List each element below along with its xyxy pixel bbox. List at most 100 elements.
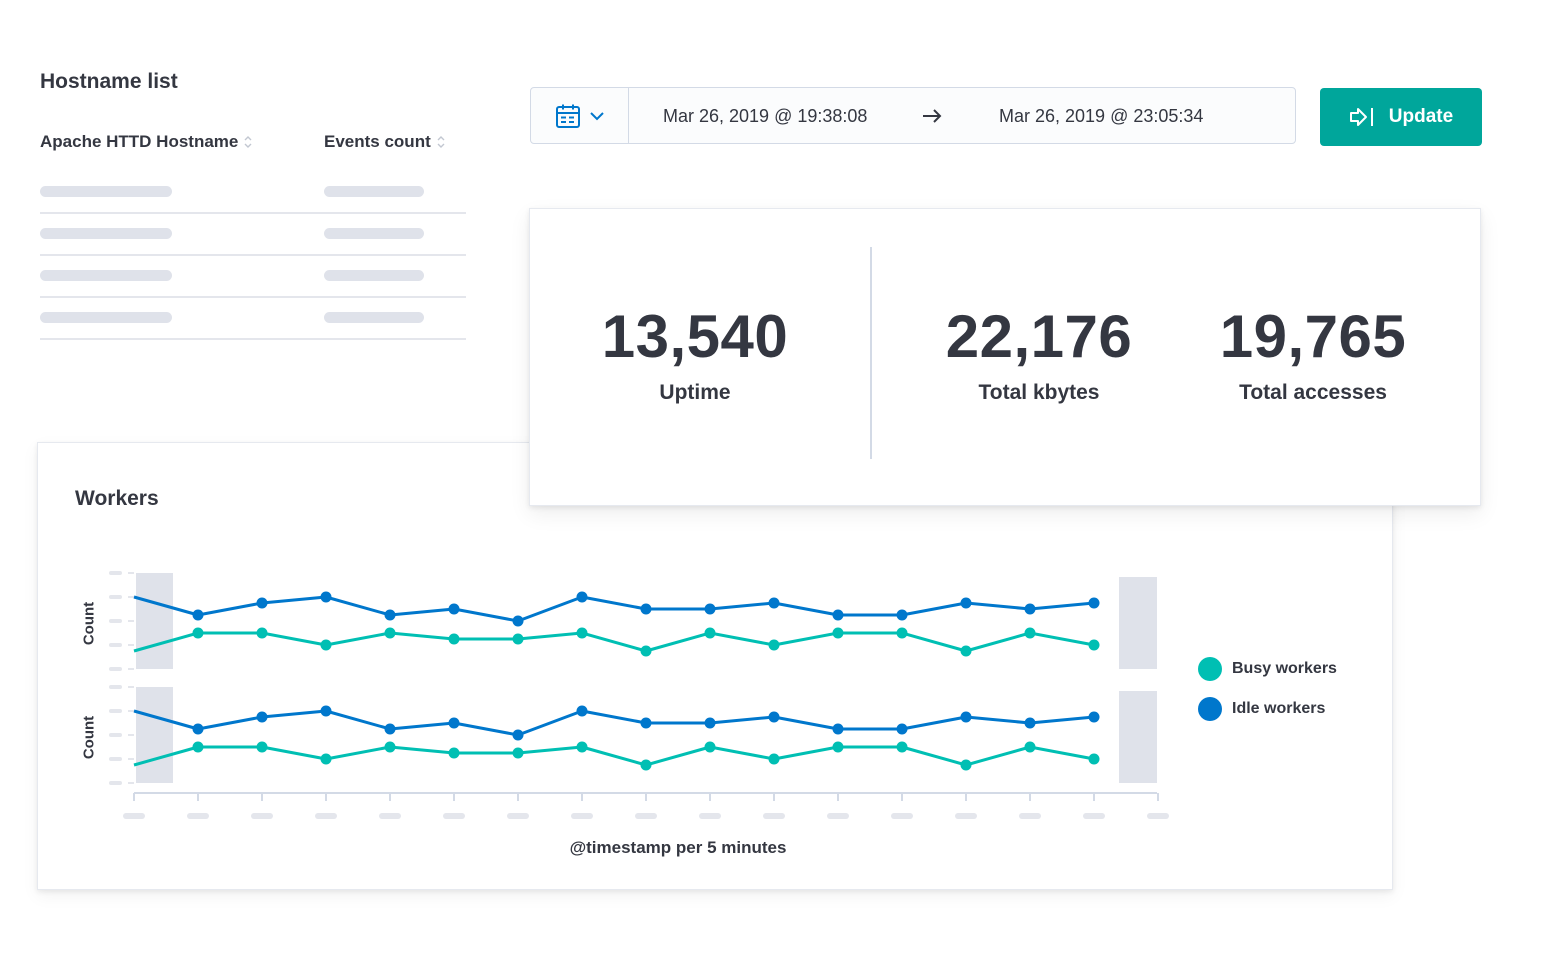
data-point <box>512 633 524 645</box>
data-point <box>640 759 652 771</box>
data-point <box>512 615 524 627</box>
data-point <box>448 747 460 759</box>
out-of-range-band <box>1119 577 1157 669</box>
update-button[interactable]: Update <box>1320 88 1482 146</box>
legend-label: Busy workers <box>1232 660 1337 677</box>
data-point <box>384 609 396 621</box>
metric-value: 13,540 <box>601 303 789 370</box>
end-date[interactable]: Mar 26, 2019 @ 23:05:34 <box>999 106 1203 127</box>
loading-placeholder <box>324 312 424 323</box>
data-point <box>384 741 396 753</box>
loading-placeholder <box>40 186 172 197</box>
series-line-busy-workers <box>133 631 1095 653</box>
start-date[interactable]: Mar 26, 2019 @ 19:38:08 <box>663 106 867 127</box>
loading-placeholder <box>324 228 424 239</box>
data-point <box>640 717 652 729</box>
data-point <box>768 639 780 651</box>
data-point <box>1024 717 1036 729</box>
column-header-events-count[interactable]: Events count <box>324 132 445 152</box>
data-point <box>256 597 268 609</box>
metric-label: Total kbytes <box>978 381 1100 404</box>
chart-legend: Busy workers Idle workers <box>1198 649 1337 729</box>
update-button-label: Update <box>1388 106 1454 127</box>
metric-total-kbytes: 22,176 Total kbytes <box>889 307 1189 405</box>
data-point <box>576 705 588 717</box>
legend-item-busy[interactable]: Busy workers <box>1198 649 1337 689</box>
refresh-arrow-icon <box>1349 108 1373 126</box>
arrow-right-icon <box>923 109 942 123</box>
data-point <box>704 717 716 729</box>
data-point <box>384 627 396 639</box>
table-row <box>40 298 466 340</box>
loading-placeholder <box>40 228 172 239</box>
data-point <box>768 753 780 765</box>
data-point <box>1024 741 1036 753</box>
data-point <box>640 645 652 657</box>
data-point <box>192 609 204 621</box>
loading-placeholder <box>324 186 424 197</box>
data-point <box>1088 711 1100 723</box>
metric-total-accesses: 19,765 Total accesses <box>1163 307 1463 405</box>
loading-placeholder <box>40 312 172 323</box>
series-line-idle-workers <box>133 709 1095 737</box>
data-point <box>960 597 972 609</box>
data-point <box>832 609 844 621</box>
column-header-events-label: Events count <box>324 132 431 151</box>
data-point <box>1088 597 1100 609</box>
data-point <box>448 717 460 729</box>
legend-item-idle[interactable]: Idle workers <box>1198 689 1337 729</box>
calendar-icon <box>555 104 580 128</box>
legend-dot <box>1198 657 1222 681</box>
data-point <box>896 723 908 735</box>
data-point <box>896 627 908 639</box>
data-point <box>1088 639 1100 651</box>
data-point <box>640 603 652 615</box>
metric-value: 19,765 <box>1219 303 1407 370</box>
data-point <box>576 627 588 639</box>
data-point <box>256 741 268 753</box>
data-point <box>832 741 844 753</box>
metric-label: Uptime <box>659 381 731 404</box>
data-point <box>256 627 268 639</box>
loading-placeholder <box>324 270 424 281</box>
table-row <box>40 256 466 298</box>
metric-label: Total accesses <box>1239 381 1387 404</box>
data-point <box>704 603 716 615</box>
data-point <box>384 723 396 735</box>
metric-divider <box>870 247 872 459</box>
data-point <box>960 711 972 723</box>
legend-dot <box>1198 697 1222 721</box>
data-point <box>448 633 460 645</box>
data-point <box>512 729 524 741</box>
data-point <box>832 723 844 735</box>
data-point <box>320 705 332 717</box>
data-point <box>832 627 844 639</box>
quick-select-button[interactable] <box>531 88 629 143</box>
out-of-range-band <box>136 573 173 669</box>
column-header-hostname-label: Apache HTTD Hostname <box>40 132 239 151</box>
data-point <box>256 711 268 723</box>
chevron-down-icon <box>589 111 604 120</box>
data-point <box>320 753 332 765</box>
x-axis-label: @timestamp per 5 minutes <box>569 838 787 857</box>
metrics-card: 13,540 Uptime 22,176 Total kbytes 19,765… <box>529 208 1481 506</box>
data-point <box>192 723 204 735</box>
data-point <box>768 597 780 609</box>
metric-value: 22,176 <box>945 303 1133 370</box>
sort-icon <box>437 136 445 148</box>
date-range-picker: Mar 26, 2019 @ 19:38:08 Mar 26, 2019 @ 2… <box>530 87 1296 144</box>
data-point <box>704 741 716 753</box>
hostname-list-title: Hostname list <box>40 70 178 93</box>
hostname-table-body <box>40 172 466 340</box>
metric-uptime: 13,540 Uptime <box>545 307 845 405</box>
series-line-idle-workers <box>133 595 1095 623</box>
data-point <box>1088 753 1100 765</box>
data-point <box>960 759 972 771</box>
data-point <box>576 591 588 603</box>
workers-panel: Workers Count Count @timestamp per 5 min… <box>37 442 1393 890</box>
column-header-hostname[interactable]: Apache HTTD Hostname <box>40 132 252 152</box>
table-row <box>40 214 466 256</box>
data-point <box>1024 627 1036 639</box>
data-point <box>896 741 908 753</box>
data-point <box>704 627 716 639</box>
